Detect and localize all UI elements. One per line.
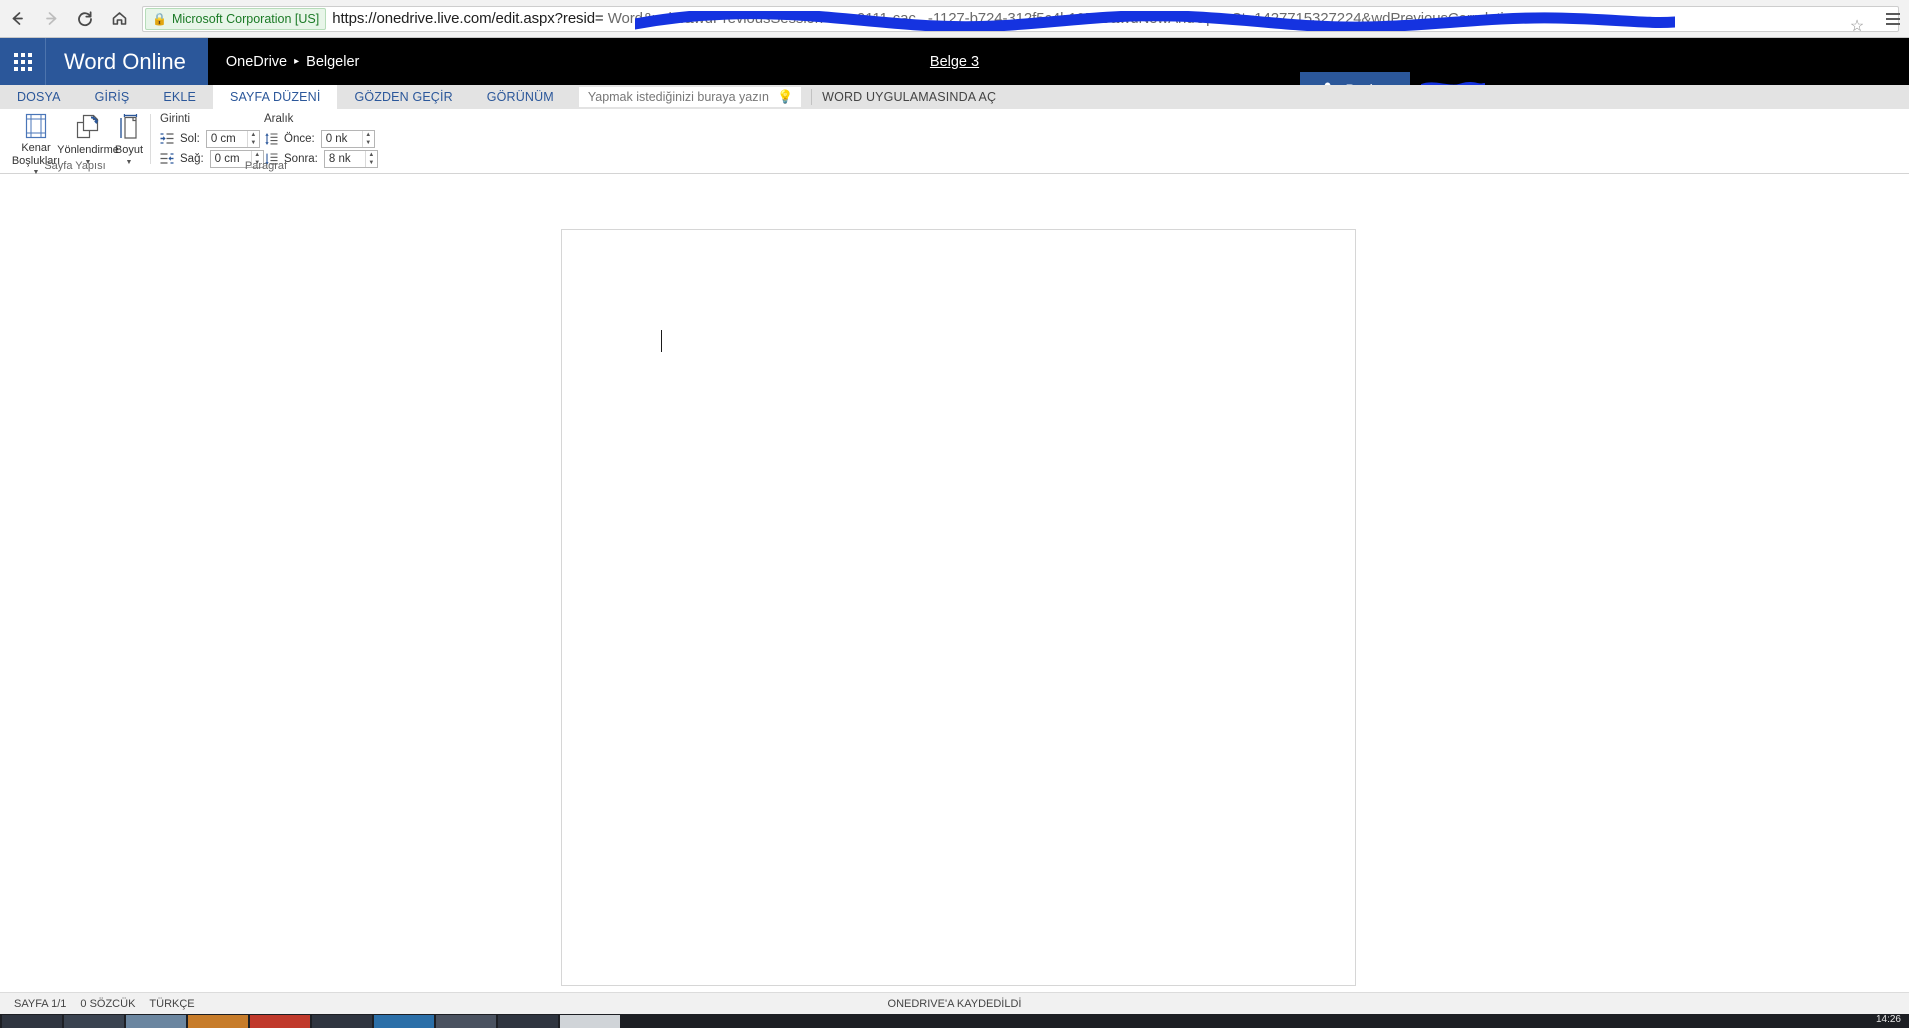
stepper-up-icon[interactable]: ▲	[248, 131, 259, 139]
stepper-up-icon[interactable]: ▲	[366, 151, 377, 159]
hamburger-menu-icon	[1886, 13, 1900, 15]
ribbon-divider	[811, 89, 813, 105]
ribbon-group-page-setup-label: Sayfa Yapısı	[44, 160, 106, 172]
spacing-before-stepper[interactable]: 0 nk ▲ ▼	[320, 130, 375, 148]
app-brand-label[interactable]: Word Online	[46, 38, 208, 85]
lock-icon: 🔒	[152, 11, 167, 26]
security-badge-label: Microsoft Corporation [US]	[171, 11, 320, 26]
url-text: https://onedrive.live.com/edit.aspx?resi…	[328, 10, 1520, 27]
home-icon	[112, 12, 126, 25]
spacing-before-row: Önce: 0 nk ▲ ▼	[264, 130, 375, 148]
stepper-up-icon[interactable]: ▲	[252, 151, 263, 159]
app-launcher-button[interactable]	[0, 38, 46, 85]
url-visible-part: https://onedrive.live.com/edit.aspx?resi…	[332, 10, 604, 27]
ribbon-group-page-setup: Kenar Boşlukları ▼ Yönlendirme ▼ Boyut ▼…	[0, 109, 150, 176]
back-button[interactable]	[0, 2, 34, 36]
taskbar-item-app3[interactable]	[312, 1014, 372, 1028]
forward-button[interactable]	[34, 2, 68, 36]
stepper-down-icon[interactable]: ▼	[363, 139, 374, 147]
taskbar-item-app1[interactable]	[188, 1014, 248, 1028]
arrow-right-icon	[45, 12, 56, 25]
tell-me-search[interactable]: Yapmak istediğinizi buraya yazın 💡	[578, 87, 802, 107]
status-bar: SAYFA 1/1 0 SÖZCÜK TÜRKÇE ONEDRIVE'A KAY…	[0, 992, 1909, 1014]
url-tail-part: Word&wd...&wdPreviousSession=...-e9111-c…	[607, 10, 1521, 27]
browser-menu-button[interactable]	[1883, 8, 1903, 30]
document-page[interactable]	[561, 229, 1356, 986]
tab-gorunum[interactable]: GÖRÜNÜM	[470, 85, 571, 109]
address-bar[interactable]: 🔒 Microsoft Corporation [US] https://one…	[142, 5, 1899, 32]
spacing-before-icon	[265, 133, 278, 145]
indent-subhead: Girinti	[160, 113, 191, 125]
stepper-up-icon[interactable]: ▲	[363, 131, 374, 139]
tab-gozden-gecir[interactable]: GÖZDEN GEÇİR	[337, 85, 469, 109]
taskbar-item-explorer[interactable]	[64, 1014, 124, 1028]
taskbar-item-app6[interactable]	[498, 1014, 558, 1028]
arrow-left-icon	[12, 12, 23, 25]
taskbar-item-app7[interactable]	[560, 1014, 620, 1028]
spacing-before-arrows[interactable]: ▲ ▼	[361, 131, 374, 147]
ribbon-content: Kenar Boşlukları ▼ Yönlendirme ▼ Boyut ▼…	[0, 109, 1909, 272]
ribbon-tab-strip: DOSYA GİRİŞ EKLE SAYFA DÜZENİ GÖZDEN GEÇ…	[0, 85, 1909, 109]
bookmark-star-icon[interactable]: ☆	[1846, 15, 1868, 31]
lightbulb-icon: 💡	[776, 89, 794, 104]
open-in-word-button[interactable]: WORD UYGULAMASINDA AÇ	[822, 85, 996, 109]
spacing-subhead: Aralık	[264, 113, 294, 125]
indent-left-icon	[160, 133, 174, 144]
orientation-icon	[74, 112, 102, 142]
tab-sayfa-duzeni[interactable]: SAYFA DÜZENİ	[212, 85, 338, 109]
tab-dosya[interactable]: DOSYA	[0, 85, 78, 109]
indent-left-label: Sol:	[180, 133, 200, 145]
breadcrumb-separator-icon: ▸	[294, 56, 300, 67]
document-canvas	[0, 174, 1909, 992]
ribbon-group-paragraph-label: Paragraf	[244, 160, 288, 172]
stepper-down-icon[interactable]: ▼	[248, 139, 259, 147]
breadcrumb-root[interactable]: OneDrive	[226, 54, 287, 70]
reload-icon	[78, 10, 92, 26]
page-size-icon	[115, 112, 143, 142]
office-suite-bar: Word Online OneDrive ▸ Belgeler Belge 3 …	[0, 38, 1909, 108]
margins-icon	[22, 112, 50, 140]
indent-left-stepper[interactable]: 0 cm ▲ ▼	[205, 130, 260, 148]
app-launcher-icon	[13, 52, 32, 71]
taskbar-item-app4[interactable]	[374, 1014, 434, 1028]
home-button[interactable]	[102, 2, 136, 36]
indent-left-value[interactable]: 0 cm	[207, 131, 247, 147]
text-cursor	[661, 330, 662, 352]
page-size-button-label: Boyut	[114, 144, 144, 156]
browser-toolbar: 🔒 Microsoft Corporation [US] https://one…	[0, 0, 1909, 38]
taskbar-item-folder[interactable]	[126, 1014, 186, 1028]
spacing-before-label: Önce:	[284, 133, 315, 145]
breadcrumb: OneDrive ▸ Belgeler	[208, 54, 359, 70]
reload-button[interactable]	[68, 2, 102, 36]
breadcrumb-current[interactable]: Belgeler	[306, 54, 359, 70]
security-badge[interactable]: 🔒 Microsoft Corporation [US]	[145, 7, 327, 30]
ribbon-group-paragraph: Girinti Aralık Sol: 0 cm ▲ ▼ Sağ: 0 cm ▲…	[151, 109, 381, 174]
taskbar-clock: 14:26	[1875, 1014, 1901, 1025]
indent-left-row: Sol: 0 cm ▲ ▼	[160, 130, 260, 148]
indent-left-arrows[interactable]: ▲ ▼	[246, 131, 259, 147]
tell-me-placeholder: Yapmak istediğinizi buraya yazın	[587, 90, 769, 104]
status-save-state: ONEDRIVE'A KAYDEDİLDİ	[887, 997, 1022, 1010]
tab-ekle[interactable]: EKLE	[146, 85, 213, 109]
page-size-button[interactable]: Boyut ▼	[108, 112, 150, 166]
document-title[interactable]: Belge 3	[930, 54, 979, 70]
taskbar-item-start[interactable]	[2, 1014, 62, 1028]
taskbar	[0, 1014, 1909, 1028]
taskbar-item-app2[interactable]	[250, 1014, 310, 1028]
spacing-before-value[interactable]: 0 nk	[322, 131, 362, 147]
tab-giris[interactable]: GİRİŞ	[78, 85, 147, 109]
taskbar-item-app5[interactable]	[436, 1014, 496, 1028]
